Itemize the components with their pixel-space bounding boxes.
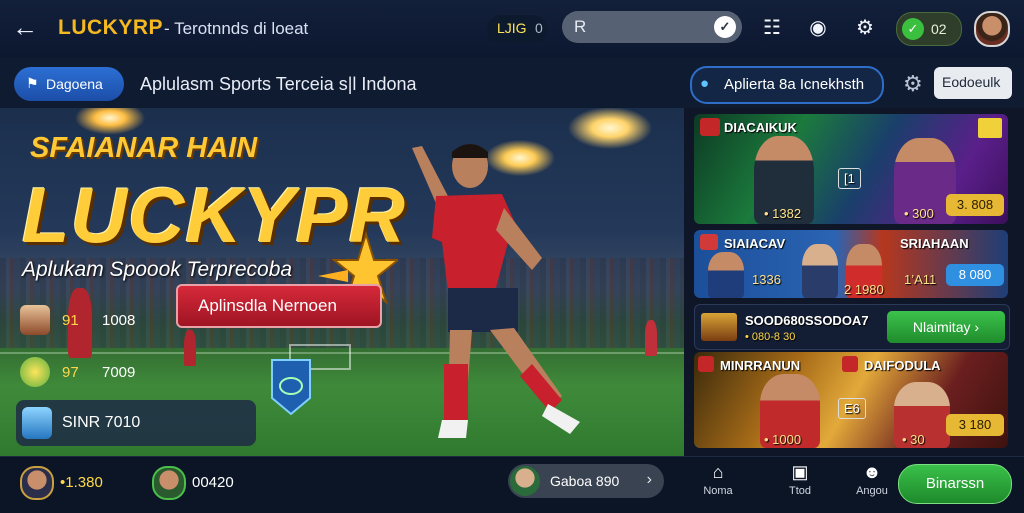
back-arrow-icon[interactable]: ←: [12, 14, 38, 40]
hero-kicker: SFAIANAR HAIN: [30, 132, 258, 164]
player-avatar[interactable]: [20, 466, 54, 500]
gear-icon[interactable]: ⚙: [903, 71, 923, 97]
card-bet-button[interactable]: 3. 808: [946, 194, 1004, 216]
nav-label: Angou: [856, 485, 888, 497]
page-subtitle: - Terotnnds di loeat: [164, 19, 309, 38]
stat-box[interactable]: SINR 7010: [16, 400, 256, 446]
coin-value: 02: [931, 21, 947, 37]
register-button-label: Eodoeulk: [942, 74, 1001, 90]
watch-label: Gaboa 890: [550, 473, 620, 489]
card-logo-icon: [842, 356, 858, 372]
app-button-label: Aplierta 8a Icnekhsth: [724, 76, 865, 93]
shield-badge-icon: [271, 359, 311, 416]
game-card[interactable]: MINRRANUN • 1000 E6 DAIFODULA • 30 3 180: [694, 352, 1008, 448]
stat-box-label: SINR 7010: [62, 414, 141, 431]
card-logo-icon: [700, 234, 718, 250]
stat-row: 97 7009: [18, 354, 258, 394]
card-bet-button[interactable]: 8 080: [946, 264, 1004, 286]
inbox-icon: ▣: [791, 462, 809, 482]
card-title: SOOD680SSODOA7: [745, 313, 869, 328]
nav-label: Ttod: [788, 485, 811, 497]
card-bet-button[interactable]: 3 180: [946, 414, 1004, 436]
register-button[interactable]: Eodoeulk: [934, 67, 1012, 99]
search-go-icon[interactable]: ✓: [714, 16, 736, 38]
background-player: [645, 320, 657, 356]
stat-row: 91 1008: [18, 302, 258, 342]
card-title-right: SRIAHAAN: [900, 236, 969, 251]
player-avatar[interactable]: [152, 466, 186, 500]
user-avatar[interactable]: [974, 11, 1010, 47]
card-play-label: Nlaimitay: [912, 319, 971, 335]
card-play-button[interactable]: Nlaimitay ›: [887, 311, 1005, 343]
watch-live-button[interactable]: Gaboa 890 ›: [508, 464, 664, 498]
tab-active[interactable]: ⚑ Dagoena: [14, 67, 124, 101]
notification-icon[interactable]: ☷: [759, 15, 785, 41]
card-score: 1’A11: [904, 272, 937, 287]
card-score: • 1000: [764, 432, 802, 447]
player-avatar: [22, 407, 52, 439]
balance-value: LJIG: [497, 20, 527, 36]
card-score: • 1382: [764, 206, 802, 221]
card-title: SIAIACAV: [724, 236, 786, 251]
coin-icon: ✓: [902, 18, 924, 40]
card-title: MINRRANUN: [720, 358, 801, 373]
player-points: •1.380: [60, 474, 103, 491]
card-score: • 300: [904, 206, 934, 221]
profile-icon: ☻: [862, 462, 882, 482]
player-avatar: [510, 466, 540, 496]
brand-logo[interactable]: LUCKYRP: [58, 16, 163, 40]
nav-home[interactable]: ⌂ Noma: [693, 462, 743, 497]
app-icon: ●: [700, 75, 710, 92]
coin-balance[interactable]: ✓ 02: [896, 12, 962, 46]
primary-action-button[interactable]: Binarssn: [898, 464, 1012, 504]
stat-value: 91: [62, 312, 79, 329]
card-score: • 30: [902, 432, 925, 447]
search-input[interactable]: R ✓: [562, 11, 742, 43]
card-logo-icon: [698, 356, 714, 372]
card-player: [802, 244, 838, 298]
card-logo-icon: [700, 118, 720, 136]
stat-value: 7009: [102, 364, 136, 381]
chevron-right-icon: ›: [646, 471, 652, 488]
card-logo-icon: [701, 313, 737, 341]
card-score: 2 1980: [844, 282, 884, 297]
card-title-right: DAIFODULA: [864, 358, 941, 373]
settings-gear-icon[interactable]: ⚙: [852, 15, 878, 41]
app-download-button[interactable]: ● Aplierta 8a Icnekhsth: [690, 66, 884, 104]
game-card[interactable]: DIACAIKUK • 1382 [1 • 300 3. 808: [694, 114, 1008, 224]
card-player: [708, 252, 744, 298]
hero-banner[interactable]: SFAIANAR HAIN LUCKYPR Aplukam Spoook Ter…: [0, 108, 684, 456]
card-corner-icon: [978, 118, 1002, 138]
player-points: 00420: [192, 474, 234, 491]
player-avatar: [20, 305, 50, 335]
card-badge: [1: [838, 168, 861, 189]
target-icon[interactable]: ◉: [805, 15, 831, 41]
game-card[interactable]: SIAIACAV 1336 2 1980 SRIAHAAN 1’A11 8 08…: [694, 230, 1008, 298]
primary-action-label: Binarssn: [925, 475, 985, 492]
card-score: 1336: [752, 272, 781, 287]
nav-label: Noma: [703, 485, 733, 497]
chevron-right-icon: ›: [974, 319, 980, 335]
balance-count: 0: [535, 20, 543, 36]
stat-value: 97: [62, 364, 79, 381]
nav-profile[interactable]: ☻ Angou: [847, 462, 897, 497]
stat-value: 1008: [102, 312, 136, 329]
hero-player-illustration: [412, 144, 580, 438]
section-title: Aplulasm Sports Terceia s|l Indona: [140, 74, 417, 94]
game-card[interactable]: SOOD680SSODOA7 • 080-8 30 Nlaimitay ›: [694, 304, 1010, 350]
ball-icon: [20, 357, 50, 387]
hero-subtitle: Aplukam Spoook Terprecoba: [22, 258, 293, 281]
card-subtitle: • 080-8 30: [745, 331, 796, 343]
card-badge: E6: [838, 398, 866, 419]
tab-label: Dagoena: [46, 76, 103, 92]
card-title: DIACAIKUK: [724, 120, 797, 135]
tab-icon: ⚑: [26, 75, 39, 91]
nav-inbox[interactable]: ▣ Ttod: [775, 462, 825, 497]
search-placeholder: R: [574, 17, 587, 36]
home-icon: ⌂: [712, 462, 724, 482]
balance-pill[interactable]: LJIG 0: [487, 15, 547, 43]
